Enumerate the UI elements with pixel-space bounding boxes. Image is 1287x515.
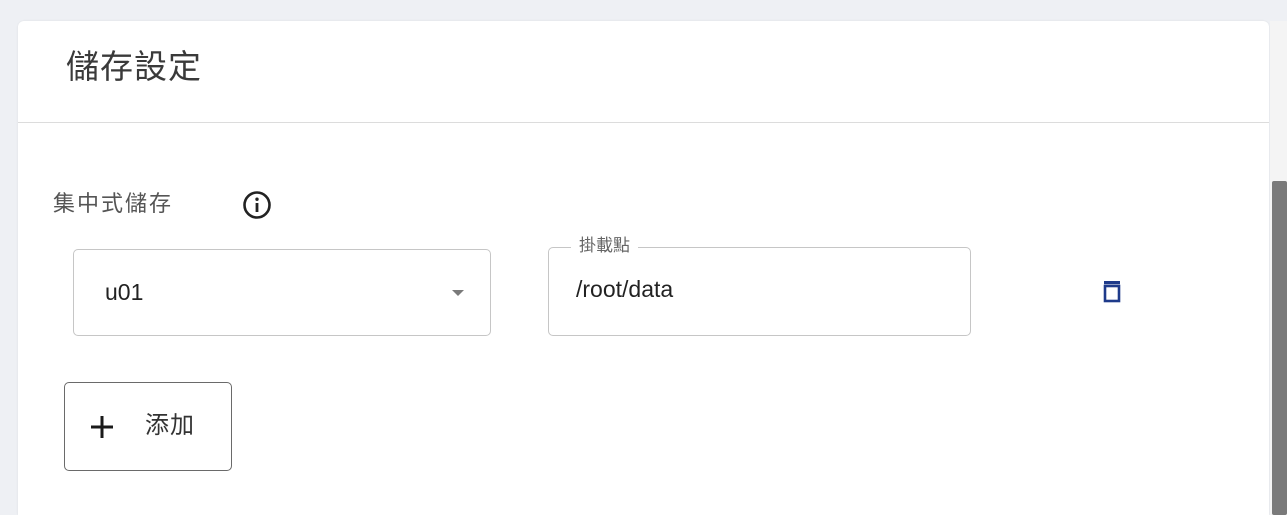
trash-icon[interactable]: [1101, 279, 1123, 303]
mount-point-input[interactable]: [576, 273, 936, 305]
header-divider: [18, 122, 1269, 123]
mount-point-label: 掛載點: [571, 234, 638, 258]
add-button-label: 添加: [145, 412, 195, 439]
caret-down-icon: [452, 290, 464, 296]
card-title: 儲存設定: [66, 47, 202, 86]
centralized-storage-label: 集中式儲存: [53, 192, 174, 217]
mount-point-field: 掛載點: [548, 234, 971, 336]
scrollbar-thumb[interactable]: [1272, 181, 1287, 515]
plus-icon: [91, 416, 113, 438]
storage-settings-card: 儲存設定 集中式儲存 u01 掛載點 添加: [18, 21, 1269, 515]
storage-select[interactable]: u01: [73, 249, 491, 336]
storage-select-value: u01: [105, 279, 144, 305]
info-circle-icon[interactable]: [241, 189, 273, 221]
add-storage-button[interactable]: 添加: [64, 382, 232, 471]
